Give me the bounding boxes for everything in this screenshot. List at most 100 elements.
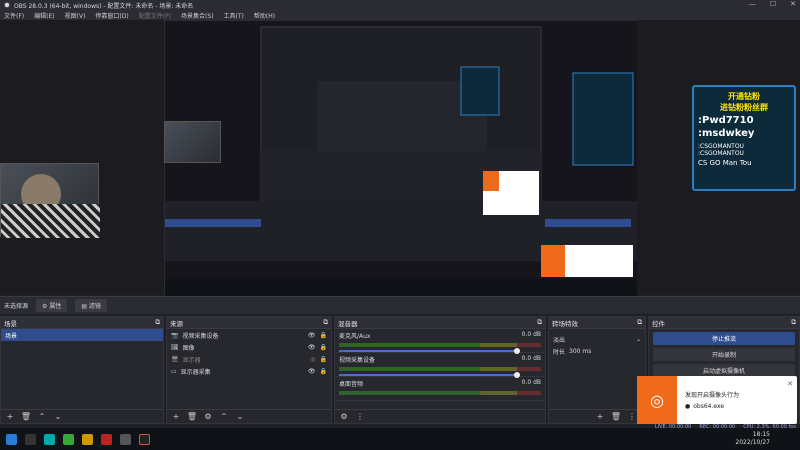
stop-streaming-button[interactable]: 停止推流 <box>653 332 795 345</box>
badge-line-3: :Pwd7710 <box>698 115 754 126</box>
badge-line-6: :CSGOMANTOU <box>698 150 744 157</box>
filters-button[interactable]: ▤ 滤镜 <box>75 299 107 312</box>
fan-group-badge: 开通钻粉 进钻粉粉丝群 :Pwd7710 :msdwkey :CSGOMANTO… <box>692 85 796 191</box>
track-db: 0.0 dB <box>521 379 541 386</box>
eye-icon[interactable]: 👁 <box>308 368 316 375</box>
controls-title: 控件 <box>652 319 665 328</box>
volume-meter <box>339 343 541 347</box>
source-settings-button[interactable]: ⚙ <box>203 412 213 422</box>
menu-docks[interactable]: 停靠窗口(D) <box>95 11 128 20</box>
obs-app-icon: ● <box>685 403 691 410</box>
menu-profile[interactable]: 配置文件(P) <box>139 11 171 20</box>
display-capture-icon: ▭ <box>171 367 177 375</box>
menu-file[interactable]: 文件(F) <box>4 11 24 20</box>
eye-off-icon[interactable]: ◎ <box>310 356 315 363</box>
windows-start-icon[interactable] <box>6 433 17 445</box>
properties-label: 属性 <box>49 303 62 310</box>
mixer-dock: 混音器 ⧉ 麦克风/Aux 0.0 dB 视频采集设备 0.0 dB 桌面音频 0.0… <box>334 316 546 424</box>
menu-view[interactable]: 视图(V) <box>65 11 86 20</box>
eye-icon[interactable]: 👁 <box>308 332 316 339</box>
move-up-button[interactable]: ⌃ <box>37 412 47 422</box>
edge-icon[interactable] <box>44 433 55 445</box>
dock-undock-icon[interactable]: ⧉ <box>155 318 160 327</box>
search-icon[interactable] <box>25 433 36 445</box>
source-item[interactable]: 🖼 图像 👁 🔒 <box>167 341 331 353</box>
folder-icon[interactable] <box>82 433 93 445</box>
duration-input[interactable]: 300 ms <box>569 348 641 355</box>
add-scene-button[interactable]: + <box>5 412 15 422</box>
volume-slider[interactable] <box>339 348 520 354</box>
source-label: 图像 <box>182 344 195 352</box>
advanced-audio-button[interactable]: ⚙ <box>339 412 349 422</box>
add-source-button[interactable]: + <box>171 412 181 422</box>
windows-taskbar: 18:15 2022/10/27 <box>0 428 800 450</box>
transitions-title: 转场特效 <box>552 319 578 328</box>
move-up-button[interactable]: ⌃ <box>219 412 229 422</box>
scene-item[interactable]: 场景 <box>1 329 163 341</box>
dock-undock-icon[interactable]: ⧉ <box>791 318 796 327</box>
lock-icon[interactable]: 🔒 <box>320 368 327 375</box>
mixer-track: 视频采集设备 0.0 dB <box>335 353 545 378</box>
wechat-icon[interactable] <box>63 433 74 445</box>
transitions-header: 转场特效 ⧉ <box>549 317 645 329</box>
camera-notification: ◎ ✕ 发现开启摄像头行为 ● obs64.exe <box>637 376 797 424</box>
source-item[interactable]: 📷 视频采集设备 👁 🔒 <box>167 329 331 341</box>
mixer-menu-button[interactable]: ⋮ <box>355 412 365 422</box>
lock-icon[interactable]: 🔒 <box>320 356 327 363</box>
obs-taskbar-icon[interactable] <box>139 433 150 445</box>
volume-slider[interactable] <box>339 372 520 378</box>
dock-undock-icon[interactable]: ⧉ <box>637 318 642 327</box>
maximize-button[interactable]: ☐ <box>770 0 776 8</box>
source-item[interactable]: 🖥 显示器 ◎ 🔒 <box>167 353 331 365</box>
menu-bar: 文件(F) 编辑(E) 视图(V) 停靠窗口(D) 配置文件(P) 场景集合(S… <box>0 10 800 20</box>
notification-item: ● obs64.exe <box>685 403 724 410</box>
lock-icon[interactable]: 🔒 <box>320 332 327 339</box>
scenes-title: 场景 <box>4 319 17 328</box>
track-name: 桌面音频 <box>339 381 364 388</box>
add-transition-button[interactable]: + <box>595 412 605 422</box>
system-clock: 18:15 2022/10/27 <box>735 431 770 447</box>
webcam-overlay <box>0 163 100 238</box>
minimize-button[interactable]: — <box>749 0 756 8</box>
remove-transition-button[interactable]: 🗑 <box>611 412 621 422</box>
sources-title: 来源 <box>170 319 183 328</box>
menu-help[interactable]: 帮助(H) <box>254 11 275 20</box>
person-shirt <box>1 204 100 238</box>
app-icon[interactable] <box>101 433 112 445</box>
close-button[interactable]: ✕ <box>790 0 796 8</box>
monitor-icon: 🖥 <box>171 355 179 363</box>
track-name: 麦克风/Aux <box>339 333 371 340</box>
transition-menu-button[interactable]: ⋮ <box>627 412 637 422</box>
filters-label: 滤镜 <box>88 303 101 310</box>
menu-scene-collection[interactable]: 场景集合(S) <box>181 11 214 20</box>
move-down-button[interactable]: ⌄ <box>235 412 245 422</box>
source-item[interactable]: ▭ 显示器采集 👁 🔒 <box>167 365 331 377</box>
eye-icon[interactable]: 👁 <box>308 344 316 351</box>
dock-undock-icon[interactable]: ⧉ <box>323 318 328 327</box>
controls-header: 控件 ⧉ <box>649 317 799 329</box>
webcam-overlay-small <box>164 121 221 163</box>
dock-undock-icon[interactable]: ⧉ <box>537 318 542 327</box>
badge-line-7: CS GO Man Tou <box>698 159 752 167</box>
start-recording-button[interactable]: 开始录制 <box>653 348 795 361</box>
menu-edit[interactable]: 编辑(E) <box>34 11 54 20</box>
source-label: 视频采集设备 <box>182 332 219 340</box>
duration-row: 时长 300 ms <box>549 345 645 357</box>
volume-meter <box>339 367 541 371</box>
sources-dock: 来源 ⧉ 📷 视频采集设备 👁 🔒 🖼 图像 👁 🔒 🖥 显示器 ◎ 🔒 ▭ 显… <box>166 316 332 424</box>
mixer-track: 麦克风/Aux 0.0 dB <box>335 329 545 354</box>
volume-meter <box>339 391 541 395</box>
close-icon[interactable]: ✕ <box>787 380 793 388</box>
obs-logo-icon <box>4 2 10 8</box>
window-controls: — ☐ ✕ <box>749 0 796 8</box>
remove-scene-button[interactable]: 🗑 <box>21 412 31 422</box>
menu-tools[interactable]: 工具(T) <box>224 11 244 20</box>
scenes-footer: + 🗑 ⌃ ⌄ <box>1 409 163 423</box>
lock-icon[interactable]: 🔒 <box>320 344 327 351</box>
move-down-button[interactable]: ⌄ <box>53 412 63 422</box>
properties-button[interactable]: ⚙ 属性 <box>36 299 68 312</box>
remove-source-button[interactable]: 🗑 <box>187 412 197 422</box>
transitions-footer: + 🗑 ⋮ <box>549 409 645 423</box>
transition-select[interactable]: 淡出 ⌄ <box>549 333 645 345</box>
app-icon[interactable] <box>120 433 131 445</box>
